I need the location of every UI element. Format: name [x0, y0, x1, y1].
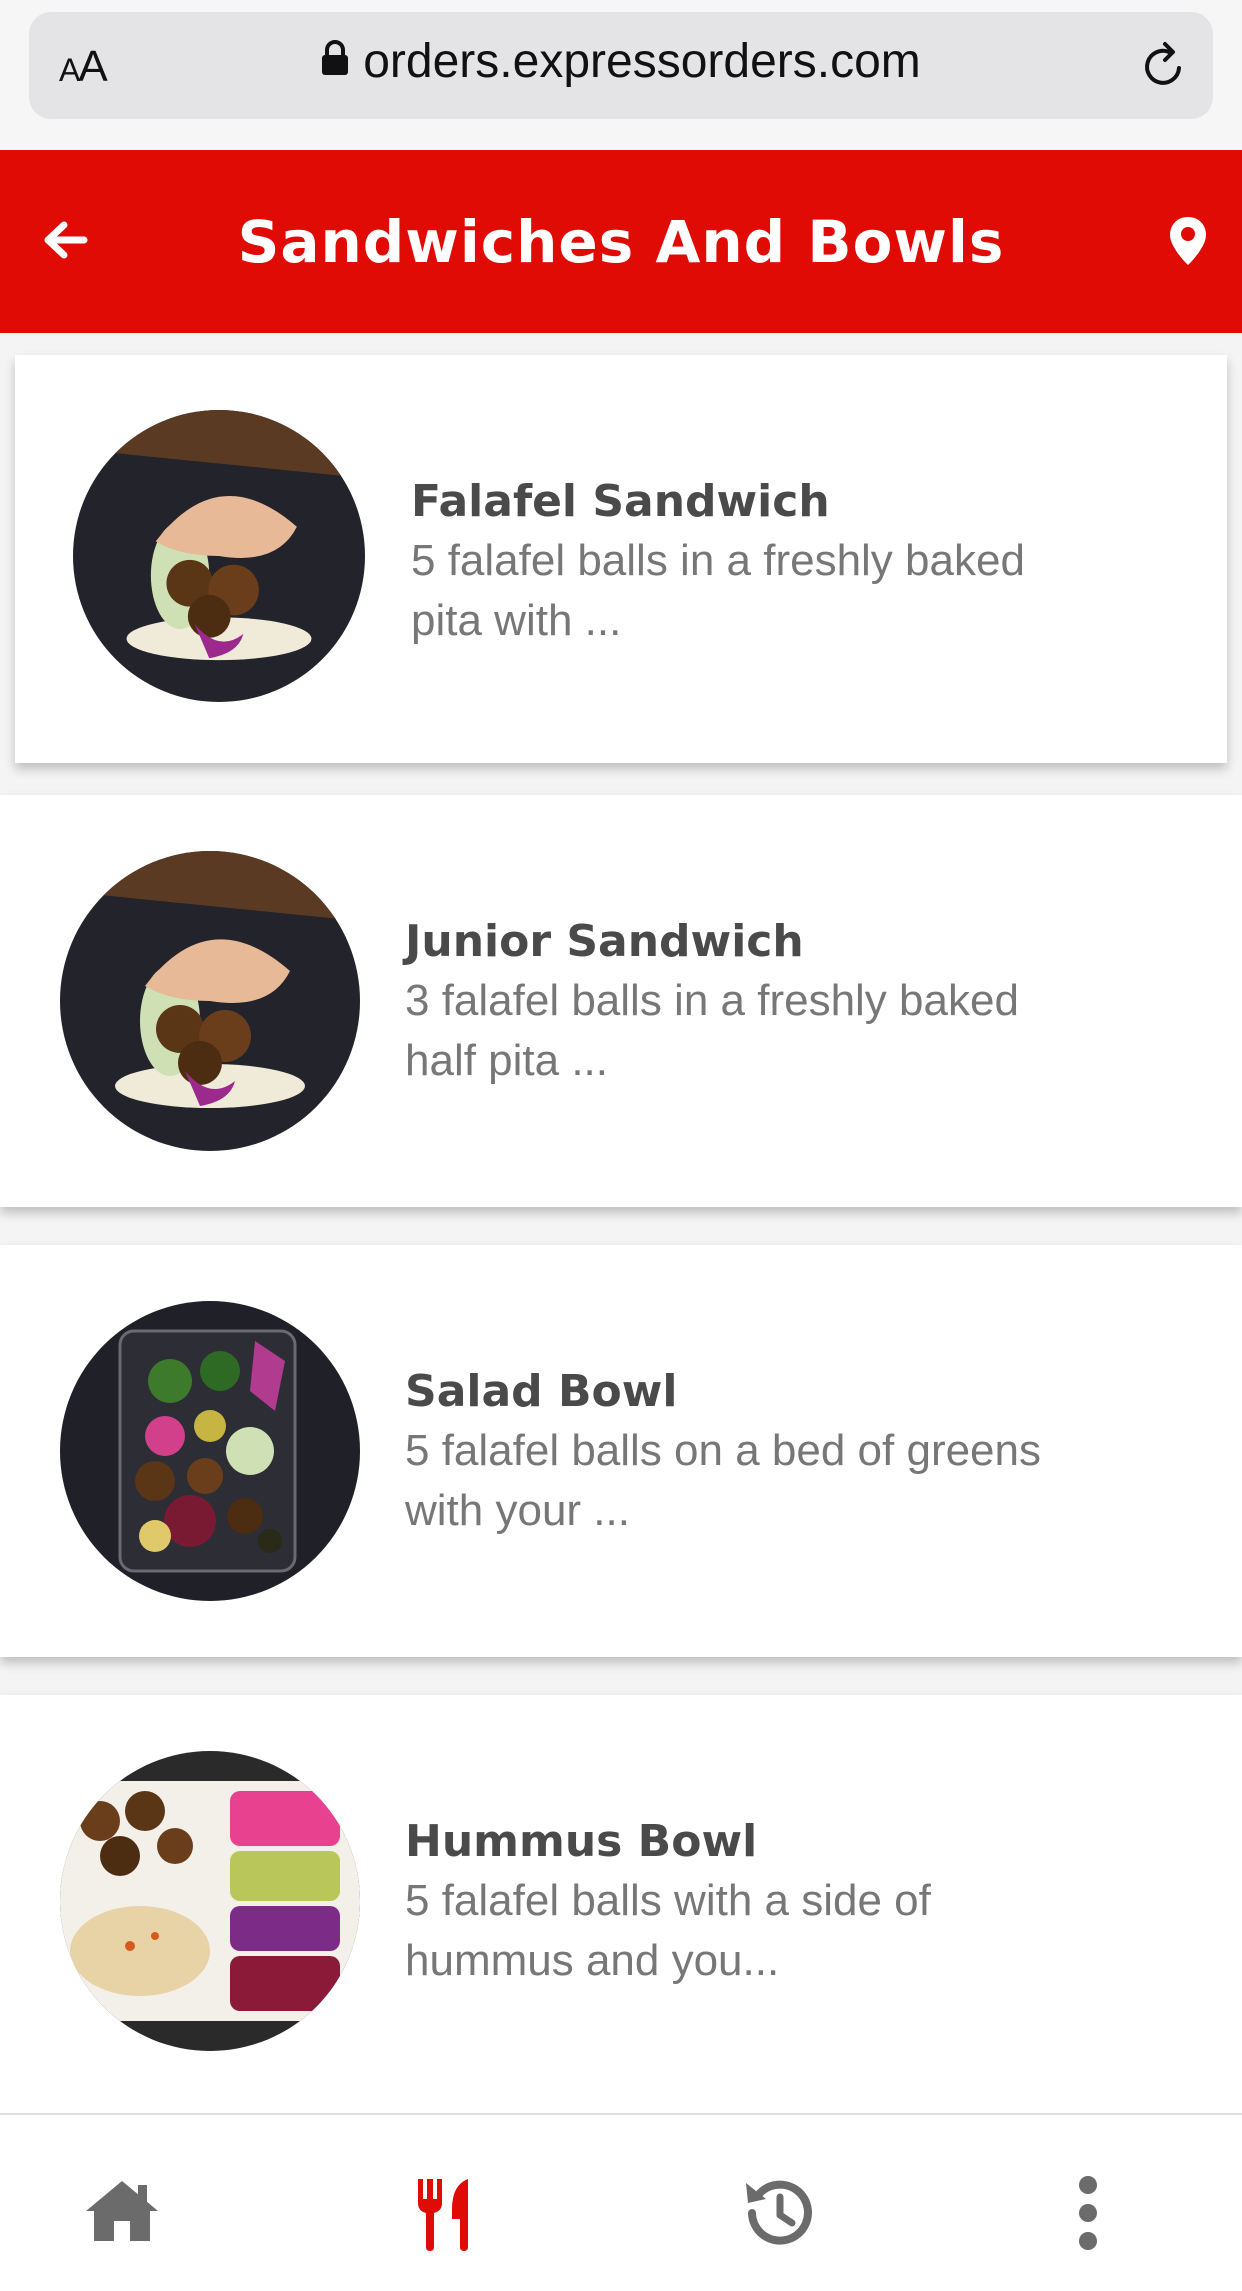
- history-icon: [746, 2180, 812, 2245]
- url-text: orders.expressorders.com: [363, 35, 921, 88]
- reload-icon[interactable]: [1139, 40, 1189, 97]
- location-pin-icon[interactable]: [1168, 215, 1208, 272]
- salad-bowl-image: [60, 1301, 360, 1601]
- menu-item-falafel-sandwich[interactable]: Falafel Sandwich 5 falafel balls in a fr…: [15, 355, 1227, 763]
- menu-item-salad-bowl[interactable]: Salad Bowl 5 falafel balls on a bed of g…: [0, 1245, 1242, 1657]
- menu-item-junior-sandwich[interactable]: Junior Sandwich 3 falafel balls in a fre…: [0, 795, 1242, 1207]
- url-display[interactable]: orders.expressorders.com: [29, 34, 1213, 92]
- item-name: Hummus Bowl: [405, 1816, 758, 1867]
- item-description: 5 falafel balls on a bed of greens with …: [405, 1426, 1042, 1535]
- page-title: Sandwiches And Bowls: [237, 208, 1005, 276]
- utensils-icon: [418, 2179, 468, 2251]
- item-description: 5 falafel balls with a side of hummus an…: [405, 1876, 931, 1985]
- home-icon: [86, 2181, 158, 2241]
- item-text: Salad Bowl 5 falafel balls on a bed of g…: [405, 1363, 1185, 1541]
- item-name: Salad Bowl: [405, 1366, 678, 1417]
- bottom-nav: [0, 2113, 1242, 2291]
- item-text: Hummus Bowl 5 falafel balls with a side …: [405, 1813, 1185, 1991]
- nav-home-button[interactable]: [82, 2175, 172, 2255]
- item-description: 3 falafel balls in a freshly baked half …: [405, 976, 1019, 1085]
- falafel-sandwich-image: [73, 410, 365, 702]
- item-name: Junior Sandwich: [405, 916, 804, 967]
- item-name: Falafel Sandwich: [411, 476, 830, 527]
- hummus-bowl-image: [60, 1751, 360, 2051]
- menu-item-list: Falafel Sandwich 5 falafel balls in a fr…: [0, 333, 1242, 2115]
- address-bar[interactable]: AA orders.expressorders.com: [29, 12, 1213, 119]
- nav-menu-button[interactable]: [410, 2175, 500, 2255]
- page: AA orders.expressorders.com Sandwiches A…: [0, 0, 1242, 2291]
- junior-sandwich-image: [60, 851, 360, 1151]
- more-vertical-icon: [1079, 2176, 1097, 2250]
- app-header: Sandwiches And Bowls: [0, 150, 1242, 333]
- lock-icon: [321, 33, 349, 88]
- item-text: Falafel Sandwich 5 falafel balls in a fr…: [411, 473, 1171, 651]
- item-description: 5 falafel balls in a freshly baked pita …: [411, 536, 1025, 645]
- nav-more-button[interactable]: [1068, 2175, 1158, 2255]
- browser-bar: AA orders.expressorders.com: [0, 0, 1242, 150]
- item-text: Junior Sandwich 3 falafel balls in a fre…: [405, 913, 1185, 1091]
- nav-history-button[interactable]: [740, 2175, 830, 2255]
- menu-item-hummus-bowl[interactable]: Hummus Bowl 5 falafel balls with a side …: [0, 1695, 1242, 2115]
